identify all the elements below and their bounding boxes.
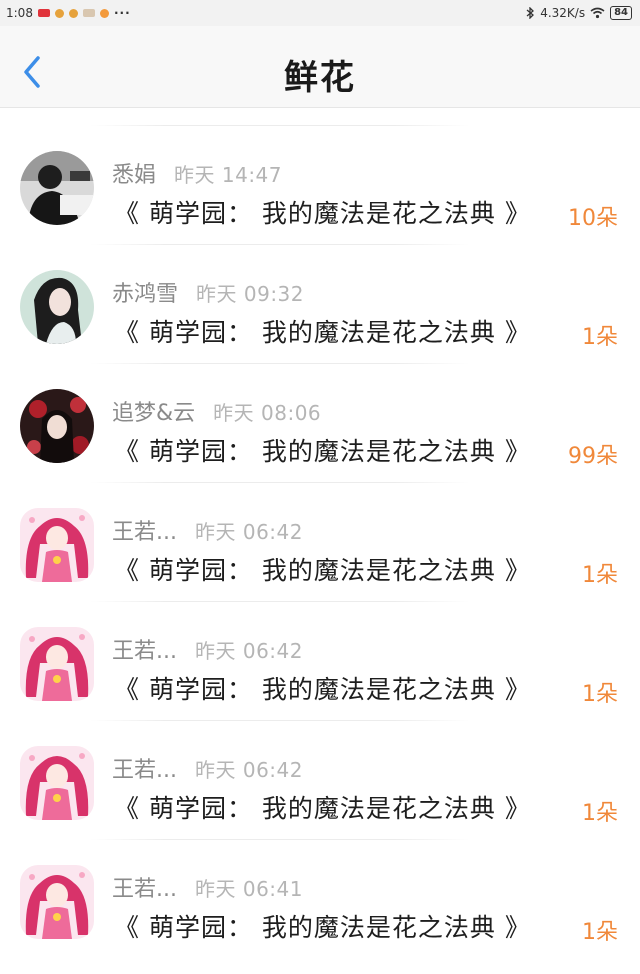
battery-icon: 84 [610,6,632,20]
gift-time: 昨天 06:42 [194,758,303,782]
user-name[interactable]: 王若... [112,633,177,665]
row-divider [90,601,470,602]
user-name[interactable]: 王若... [112,514,177,546]
user-line: 王若... 昨天 06:41 [112,871,303,903]
gift-list-item-1[interactable]: 悉娟 昨天 14:47 《 萌学园： 我的魔法是花之法典 》 10朵 [0,108,640,231]
avatar-girl-icon [20,270,94,344]
status-bar: 1:08 ··· 4.32K/s 84 [0,0,640,26]
weibo-notification-icon-2 [68,8,78,18]
app-header: 鲜花 [0,26,640,108]
more-notifications-icon: ··· [113,6,131,20]
avatar-anime-pink-icon [20,627,94,701]
book-title[interactable]: 《 萌学园： 我的魔法是花之法典 》 [114,789,531,825]
gift-time: 昨天 06:42 [194,639,303,663]
gift-time: 昨天 14:47 [174,163,283,187]
gift-time: 昨天 06:42 [194,520,303,544]
user-avatar[interactable] [20,865,94,939]
row-divider [90,720,470,721]
status-bar-right: 4.32K/s 84 [526,6,632,20]
user-avatar[interactable] [20,151,94,225]
user-avatar[interactable] [20,389,94,463]
user-name[interactable]: 王若... [112,871,177,903]
user-name[interactable]: 悉娟 [112,157,156,189]
weibo-notification-icon [54,8,64,18]
row-divider [90,125,470,126]
user-line: 追梦&云 昨天 08:06 [112,395,322,427]
row-divider [90,482,470,483]
avatar-anime-pink-icon [20,865,94,939]
gift-time: 昨天 08:06 [213,401,322,425]
user-name[interactable]: 追梦&云 [112,395,195,427]
gift-list-item-4[interactable]: 王若... 昨天 06:42 《 萌学园： 我的魔法是花之法典 》 1朵 [0,465,640,588]
avatar-anime-pink-icon [20,508,94,582]
book-title[interactable]: 《 萌学园： 我的魔法是花之法典 》 [114,432,531,468]
gift-list-item-7[interactable]: 王若... 昨天 06:41 《 萌学园： 我的魔法是花之法典 》 1朵 [0,822,640,945]
user-line: 王若... 昨天 06:42 [112,752,303,784]
gift-time: 昨天 09:32 [196,282,305,306]
flower-gift-list: 悉娟 昨天 14:47 《 萌学园： 我的魔法是花之法典 》 10朵 赤鸿雪 昨… [0,108,640,945]
book-title[interactable]: 《 萌学园： 我的魔法是花之法典 》 [114,551,531,587]
book-title[interactable]: 《 萌学园： 我的魔法是花之法典 》 [114,313,531,349]
row-divider [90,363,470,364]
gift-list-item-6[interactable]: 王若... 昨天 06:42 《 萌学园： 我的魔法是花之法典 》 1朵 [0,703,640,826]
user-line: 赤鸿雪 昨天 09:32 [112,276,305,308]
app-notification-icon-2 [82,9,95,17]
book-title[interactable]: 《 萌学园： 我的魔法是花之法典 》 [114,194,531,230]
status-bar-left: 1:08 ··· [6,6,131,20]
user-line: 王若... 昨天 06:42 [112,633,303,665]
network-speed: 4.32K/s [540,6,586,20]
user-avatar[interactable] [20,270,94,344]
user-name[interactable]: 赤鸿雪 [112,276,178,308]
user-line: 悉娟 昨天 14:47 [112,157,283,189]
row-divider [90,244,470,245]
wifi-icon [590,7,605,19]
user-line: 王若... 昨天 06:42 [112,514,303,546]
gift-time: 昨天 06:41 [194,877,303,901]
avatar-photo-dark-icon [20,151,94,225]
book-title[interactable]: 《 萌学园： 我的魔法是花之法典 》 [114,670,531,706]
user-avatar[interactable] [20,746,94,820]
flower-amount: 1朵 [582,920,618,945]
avatar-anime-dark-icon [20,389,94,463]
page-title: 鲜花 [284,58,356,98]
gift-list-item-3[interactable]: 追梦&云 昨天 08:06 《 萌学园： 我的魔法是花之法典 》 99朵 [0,346,640,469]
row-divider [90,839,470,840]
user-name[interactable]: 王若... [112,752,177,784]
book-title[interactable]: 《 萌学园： 我的魔法是花之法典 》 [114,908,531,944]
clock: 1:08 [6,6,33,20]
app-notification-icon [37,9,50,17]
gift-list-item-5[interactable]: 王若... 昨天 06:42 《 萌学园： 我的魔法是花之法典 》 1朵 [0,584,640,707]
gift-list-item-2[interactable]: 赤鸿雪 昨天 09:32 《 萌学园： 我的魔法是花之法典 》 1朵 [0,227,640,350]
user-avatar[interactable] [20,508,94,582]
play-notification-icon [99,8,109,18]
avatar-anime-pink-icon [20,746,94,820]
user-avatar[interactable] [20,627,94,701]
bluetooth-icon [526,7,535,19]
